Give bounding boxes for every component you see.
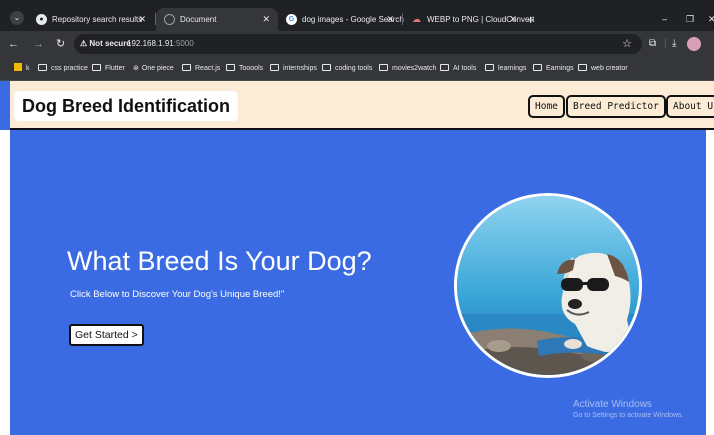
tab-repository-search[interactable]: ● Repository search results ✕ xyxy=(28,8,154,31)
bookmark-css-practice[interactable]: css practice xyxy=(38,57,88,81)
bookmark-coding-tools[interactable]: coding tools xyxy=(322,57,372,81)
folder-icon xyxy=(440,64,449,71)
close-icon[interactable]: ✕ xyxy=(138,8,146,31)
page-viewport: Dog Breed Identification Home Breed Pred… xyxy=(0,81,714,435)
tab-search-menu-icon[interactable]: ⌄ xyxy=(10,11,24,25)
address-toolbar: ← → ↻ ⚠ Not secure 192.168.1.91:5000 ☆ ⧉… xyxy=(0,31,714,57)
url-port: :5000 xyxy=(173,39,194,48)
cloud-icon: ☁ xyxy=(412,14,421,24)
bookmarks-bar: k css practice Flutter ⊛ One piece React.… xyxy=(0,57,714,81)
one-piece-icon: ⊛ xyxy=(133,65,139,72)
tab-strip: ⌄ ● Repository search results ✕ Document… xyxy=(0,0,714,31)
bookmark-label: internships xyxy=(283,65,317,72)
globe-icon xyxy=(164,14,175,25)
url-text: 192.168.1.91:5000 xyxy=(127,34,194,54)
bookmark-star-icon[interactable]: ☆ xyxy=(622,34,632,54)
reload-icon[interactable]: ↻ xyxy=(56,31,65,57)
page-right-margin xyxy=(706,130,714,435)
folder-icon xyxy=(226,64,235,71)
profile-avatar[interactable] xyxy=(687,37,701,51)
google-icon: G xyxy=(286,14,297,25)
activate-windows-watermark: Activate Windows Go to Settings to activ… xyxy=(573,399,684,419)
new-tab-button[interactable]: + xyxy=(527,8,535,31)
tab-title: Document xyxy=(180,15,217,24)
folder-icon xyxy=(485,64,494,71)
security-label: Not secure xyxy=(89,39,131,48)
bookmark-web-creator[interactable]: web creator xyxy=(578,57,628,81)
close-icon[interactable]: ✕ xyxy=(386,8,394,31)
bookmark-internships[interactable]: internships xyxy=(270,57,317,81)
close-icon[interactable]: ✕ xyxy=(509,8,517,31)
folder-icon xyxy=(379,64,388,71)
forward-icon[interactable]: → xyxy=(33,31,44,57)
dog-with-sunglasses-illustration xyxy=(457,196,639,375)
warning-icon: ⚠ xyxy=(80,39,88,48)
tab-document[interactable]: Document ✕ xyxy=(156,8,278,31)
bookmark-movies2watch[interactable]: movies2watch xyxy=(379,57,436,81)
page-left-margin xyxy=(0,130,10,435)
activate-windows-title: Activate Windows xyxy=(573,399,652,410)
nav-breed-predictor-button[interactable]: Breed Predictor xyxy=(566,95,666,118)
bookmark-reactjs[interactable]: React.js xyxy=(182,57,220,81)
bookmark-label: movies2watch xyxy=(392,65,437,72)
bookmark-label: One piece xyxy=(141,65,174,72)
bookmark-label: css practice xyxy=(51,65,88,72)
browser-window: ⌄ ● Repository search results ✕ Document… xyxy=(0,0,714,435)
tab-title: Repository search results xyxy=(52,15,143,24)
bookmark-label: web creator xyxy=(591,65,628,72)
bookmark-app-icon xyxy=(14,63,22,71)
bookmark-tooools[interactable]: Tooools xyxy=(226,57,263,81)
folder-icon xyxy=(92,64,101,71)
bookmark-label: React.js xyxy=(195,65,221,72)
bookmark-label: coding tools xyxy=(335,65,373,72)
security-indicator[interactable]: ⚠ Not secure xyxy=(80,34,131,54)
bookmark-label: learnings xyxy=(498,65,527,72)
minimize-icon[interactable]: – xyxy=(662,8,667,31)
hero-subline: Click Below to Discover Your Dog's Uniqu… xyxy=(70,289,285,300)
hero-headline: What Breed Is Your Dog? xyxy=(67,246,372,276)
toolbar-divider: | xyxy=(664,38,667,49)
activate-windows-subtitle: Go to Settings to activate Windows. xyxy=(573,412,684,419)
folder-icon xyxy=(38,64,47,71)
bookmark-label: Flutter xyxy=(105,65,125,72)
folder-icon xyxy=(270,64,279,71)
back-icon[interactable]: ← xyxy=(8,31,19,57)
url-host: 192.168.1.91 xyxy=(127,39,174,48)
bookmark-one-piece[interactable]: ⊛ One piece xyxy=(133,57,174,81)
restore-icon[interactable]: ❐ xyxy=(686,8,694,31)
bookmark-label: Tooools xyxy=(239,65,264,72)
folder-icon xyxy=(578,64,587,71)
bookmark-flutter[interactable]: Flutter xyxy=(92,57,125,81)
tab-cloudconvert[interactable]: ☁ WEBP to PNG | CloudConvert ✕ xyxy=(403,8,534,31)
nav-about-us-button[interactable]: About Us xyxy=(666,95,714,118)
close-icon[interactable]: ✕ xyxy=(262,8,270,31)
bookmark-ai-tools[interactable]: AI tools xyxy=(440,57,476,81)
tab-title: WEBP to PNG | CloudConvert xyxy=(427,15,535,24)
get-started-button[interactable]: Get Started > xyxy=(69,324,144,346)
extensions-icon[interactable]: ⧉ xyxy=(649,31,656,57)
folder-icon xyxy=(533,64,542,71)
folder-icon xyxy=(322,64,331,71)
dog-photo xyxy=(454,193,642,378)
bookmark-label: AI tools xyxy=(453,65,477,72)
folder-icon xyxy=(182,64,191,71)
nav-home-button[interactable]: Home xyxy=(528,95,565,118)
site-navbar: Dog Breed Identification Home Breed Pred… xyxy=(10,81,714,130)
bookmark-earnings[interactable]: Earnings xyxy=(533,57,574,81)
bookmark-label: Earnings xyxy=(546,65,574,72)
site-brand: Dog Breed Identification xyxy=(14,91,239,121)
github-icon: ● xyxy=(36,14,47,25)
bookmark-app[interactable]: k xyxy=(14,57,30,81)
tab-google-search[interactable]: G dog images - Google Search ✕ xyxy=(278,8,404,31)
close-window-icon[interactable]: ✕ xyxy=(708,8,714,31)
address-bar[interactable]: ⚠ Not secure 192.168.1.91:5000 ☆ xyxy=(74,34,642,54)
bookmark-learnings[interactable]: learnings xyxy=(485,57,526,81)
download-icon[interactable]: ⤓ xyxy=(672,31,676,57)
bookmark-label: k xyxy=(26,65,30,72)
